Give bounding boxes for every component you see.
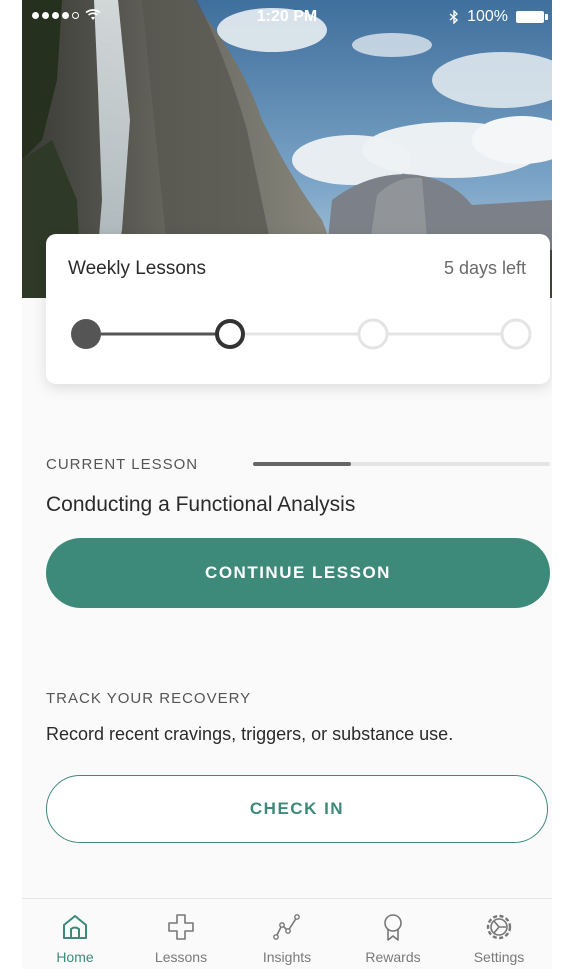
track-recovery-description: Record recent cravings, triggers, or sub…: [46, 724, 454, 744]
gear-icon: [486, 914, 512, 940]
tab-home-label: Home: [56, 949, 94, 965]
plus-cross-icon: [168, 914, 194, 940]
tab-insights-label: Insights: [262, 949, 312, 965]
tab-rewards[interactable]: Rewards: [340, 899, 446, 969]
tab-settings[interactable]: Settings: [446, 899, 552, 969]
tab-lessons[interactable]: Lessons: [128, 899, 234, 969]
step-4-upcoming: [500, 318, 532, 350]
current-lesson-title: Conducting a Functional Analysis: [46, 493, 356, 516]
battery-icon: [516, 11, 548, 23]
tab-lessons-label: Lessons: [154, 949, 208, 965]
tab-bar: Home Lessons Insights Rewards Settings: [22, 898, 552, 969]
track-recovery-label: TRACK YOUR RECOVERY: [46, 690, 252, 707]
bluetooth-icon: [449, 10, 459, 24]
weekly-progress-stepper: [71, 318, 532, 350]
days-left-label: 5 days left: [443, 258, 526, 278]
home-icon: [63, 915, 87, 939]
step-1-completed: [71, 319, 101, 349]
home-screen: 1:20 PM 100% Weekly Lessons 5 days left …: [22, 0, 552, 969]
insights-line-icon: [273, 914, 300, 940]
weekly-lessons-card[interactable]: Weekly Lessons 5 days left: [46, 234, 550, 384]
lesson-progress-bar: [253, 462, 550, 466]
check-in-button[interactable]: CHECK IN: [46, 775, 548, 843]
ribbon-award-icon: [384, 914, 402, 941]
tab-settings-label: Settings: [473, 949, 525, 965]
current-lesson-label: CURRENT LESSON: [46, 456, 199, 473]
step-2-current: [215, 319, 245, 349]
tab-rewards-label: Rewards: [365, 949, 421, 965]
tab-insights[interactable]: Insights: [234, 899, 340, 969]
tab-home[interactable]: Home: [22, 899, 128, 969]
continue-lesson-button[interactable]: CONTINUE LESSON: [46, 538, 550, 608]
status-right: 100%: [449, 8, 548, 26]
status-bar: 1:20 PM 100%: [22, 0, 552, 34]
step-3-upcoming: [357, 318, 389, 350]
weekly-lessons-title: Weekly Lessons: [68, 258, 206, 279]
lesson-progress-fill: [253, 462, 351, 466]
battery-percent: 100%: [467, 8, 508, 25]
